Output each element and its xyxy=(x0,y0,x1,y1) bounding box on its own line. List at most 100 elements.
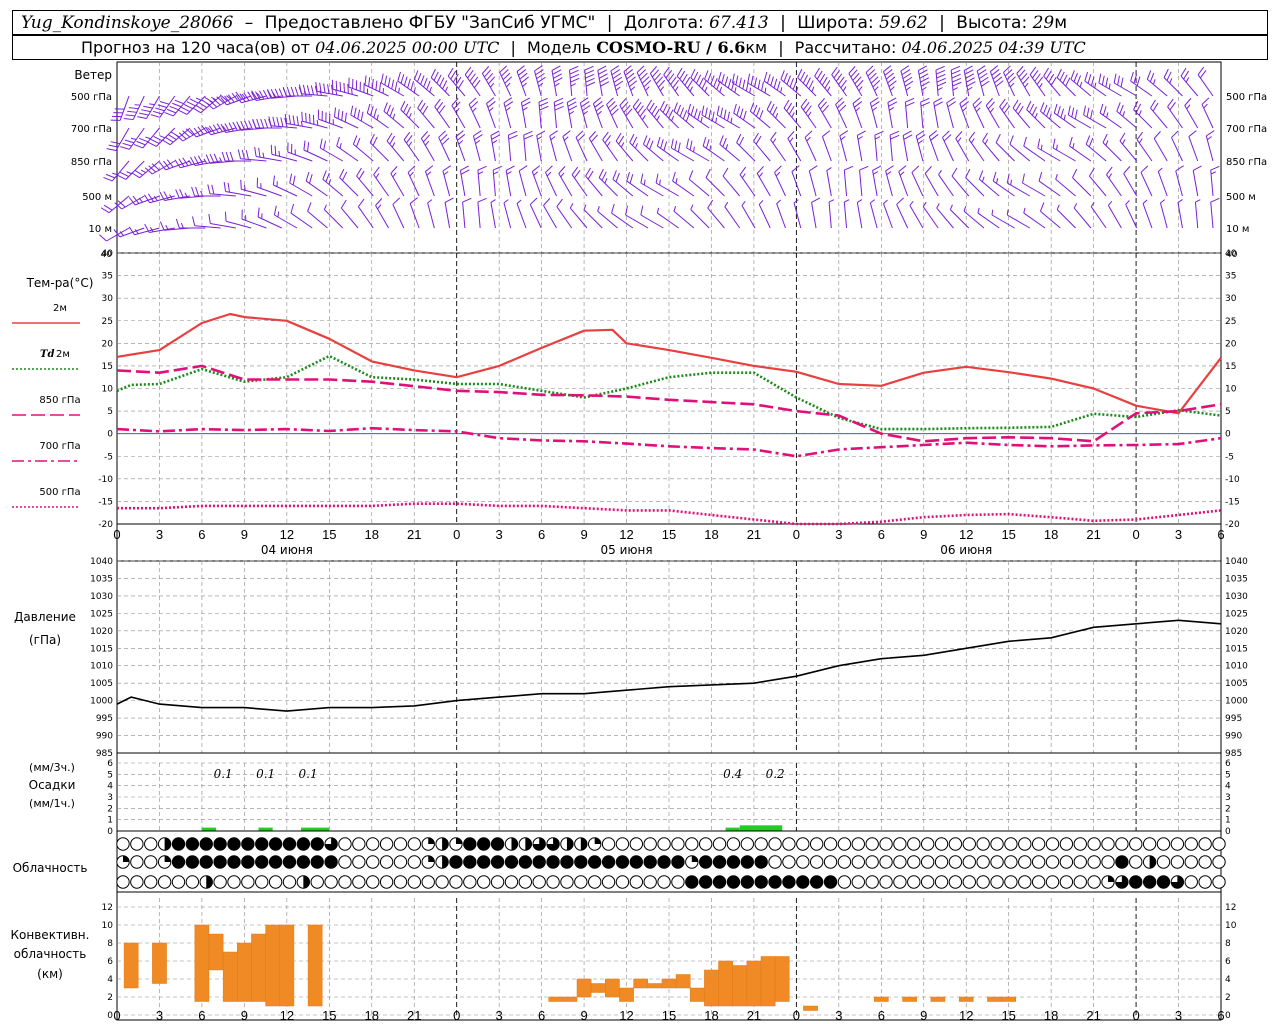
cloud-cover-symbol xyxy=(338,837,352,851)
cloud-cover-symbol xyxy=(740,875,755,889)
wind-barb xyxy=(1107,200,1122,229)
cloud-cover-symbol xyxy=(948,875,963,889)
wind-barb xyxy=(556,198,573,229)
wind-barb xyxy=(1023,207,1046,229)
wind-barb xyxy=(451,98,466,129)
temp-tick-left: 10 xyxy=(102,385,114,395)
wind-barb xyxy=(357,198,374,229)
wind-barb xyxy=(424,165,435,197)
wind-barb xyxy=(110,95,130,121)
pressure-tick-left: 1010 xyxy=(90,662,113,672)
time-tick-label: 18 xyxy=(704,527,718,542)
cloud-cover-symbol xyxy=(1059,837,1074,851)
wind-barb xyxy=(516,65,529,97)
cloud-cover-symbol xyxy=(865,837,879,851)
wind-barb xyxy=(821,130,832,162)
wind-barb xyxy=(434,98,451,129)
wind-barb xyxy=(237,149,267,162)
wind-barb xyxy=(938,169,954,197)
cloud-cover-symbol xyxy=(282,855,297,869)
cloud-cover-symbol xyxy=(490,855,505,869)
temp-tick-left: 35 xyxy=(102,272,113,282)
convective-tick-right: 12 xyxy=(1225,903,1236,913)
cloud-cover-symbol xyxy=(948,837,963,851)
convective-tick-right: 10 xyxy=(1225,921,1237,931)
cloud-cover-symbol xyxy=(116,837,130,851)
wind-barb xyxy=(1083,105,1107,129)
pressure-tick-right: 1015 xyxy=(1225,644,1248,654)
wind-barb xyxy=(492,165,503,197)
wind-barb xyxy=(640,205,664,229)
precip-bar xyxy=(725,827,740,831)
cloud-cover-symbol xyxy=(962,855,976,869)
wind-barb xyxy=(1043,67,1061,97)
time-tick-label: 6 xyxy=(1217,527,1224,542)
cloud-cover-symbol xyxy=(1184,855,1198,869)
wind-barb xyxy=(562,130,573,162)
wind-barb xyxy=(1153,131,1168,162)
wind-barb xyxy=(273,205,298,229)
cloud-cover-symbol xyxy=(1018,855,1032,869)
cloud-cover-symbol xyxy=(809,875,824,889)
wind-barb xyxy=(1016,66,1031,97)
cloud-cover-symbol xyxy=(1004,875,1018,889)
cloud-cover-symbol xyxy=(338,855,352,869)
cloud-cover-symbol xyxy=(213,875,227,889)
pressure-tick-right: 1000 xyxy=(1225,697,1248,707)
wind-barb xyxy=(872,165,882,197)
convective-bar xyxy=(732,965,748,1007)
wind-barb xyxy=(1085,135,1107,162)
wind-barb xyxy=(430,68,450,97)
date-label: 06 июня xyxy=(940,543,992,557)
cloud-cover-symbol xyxy=(907,855,921,869)
wind-barb xyxy=(749,102,771,129)
time-tick-label-bottom: 6 xyxy=(198,1008,205,1023)
wind-barb xyxy=(1171,130,1183,162)
cloud-cover-symbol xyxy=(504,875,519,889)
wind-barb xyxy=(438,130,451,162)
cloud-cover-symbol xyxy=(213,837,227,851)
precip-title-1h: (мм/1ч.) xyxy=(29,797,75,810)
cloud-cover-symbol xyxy=(768,837,782,851)
wind-barb xyxy=(1210,197,1220,229)
wind-barb xyxy=(175,189,206,199)
cloud-cover-symbol xyxy=(1059,855,1074,869)
temp-tick-left: -5 xyxy=(104,452,113,462)
convective-bar xyxy=(279,924,295,1007)
cloud-cover-symbol xyxy=(657,837,671,851)
cloud-cover-symbol xyxy=(1101,875,1115,889)
wind-barb xyxy=(270,144,298,162)
cloud-cover-symbol xyxy=(366,875,380,889)
time-tick-label: 0 xyxy=(453,527,460,542)
wind-barb xyxy=(575,130,588,162)
cloud-cover-symbol xyxy=(1170,855,1185,869)
cloud-cover-symbol xyxy=(671,837,685,851)
pressure-tick-left: 990 xyxy=(96,732,113,742)
cloud-cover-symbol xyxy=(851,875,865,889)
cloud-cover-symbol xyxy=(1198,837,1212,851)
wind-barb xyxy=(409,197,420,229)
convective-tick-left: 6 xyxy=(107,957,113,967)
convective-bar xyxy=(647,983,663,989)
cloud-cover-symbol xyxy=(407,855,422,869)
cloud-cover-symbol xyxy=(282,837,297,851)
wind-barb xyxy=(584,65,596,97)
wind-barb xyxy=(289,173,313,197)
wind-barb xyxy=(356,167,374,197)
cloud-cover-symbol xyxy=(366,837,380,851)
wind-barb xyxy=(911,165,924,197)
convective-title-2: облачность xyxy=(14,947,87,961)
cloud-cover-symbol xyxy=(379,855,394,869)
convective-bar xyxy=(675,974,691,989)
wind-barb xyxy=(896,197,909,229)
cloud-cover-symbol xyxy=(393,875,408,889)
time-tick-label-bottom: 18 xyxy=(1044,1008,1058,1023)
convective-bar xyxy=(619,987,634,1002)
cloud-cover-symbol xyxy=(990,855,1004,869)
wind-barb xyxy=(1022,173,1046,197)
time-tick-label: 21 xyxy=(747,527,761,542)
time-tick-label: 9 xyxy=(580,527,587,542)
cloud-cover-symbol xyxy=(255,837,269,851)
wind-barb xyxy=(676,67,695,97)
convective-bar xyxy=(605,978,620,998)
